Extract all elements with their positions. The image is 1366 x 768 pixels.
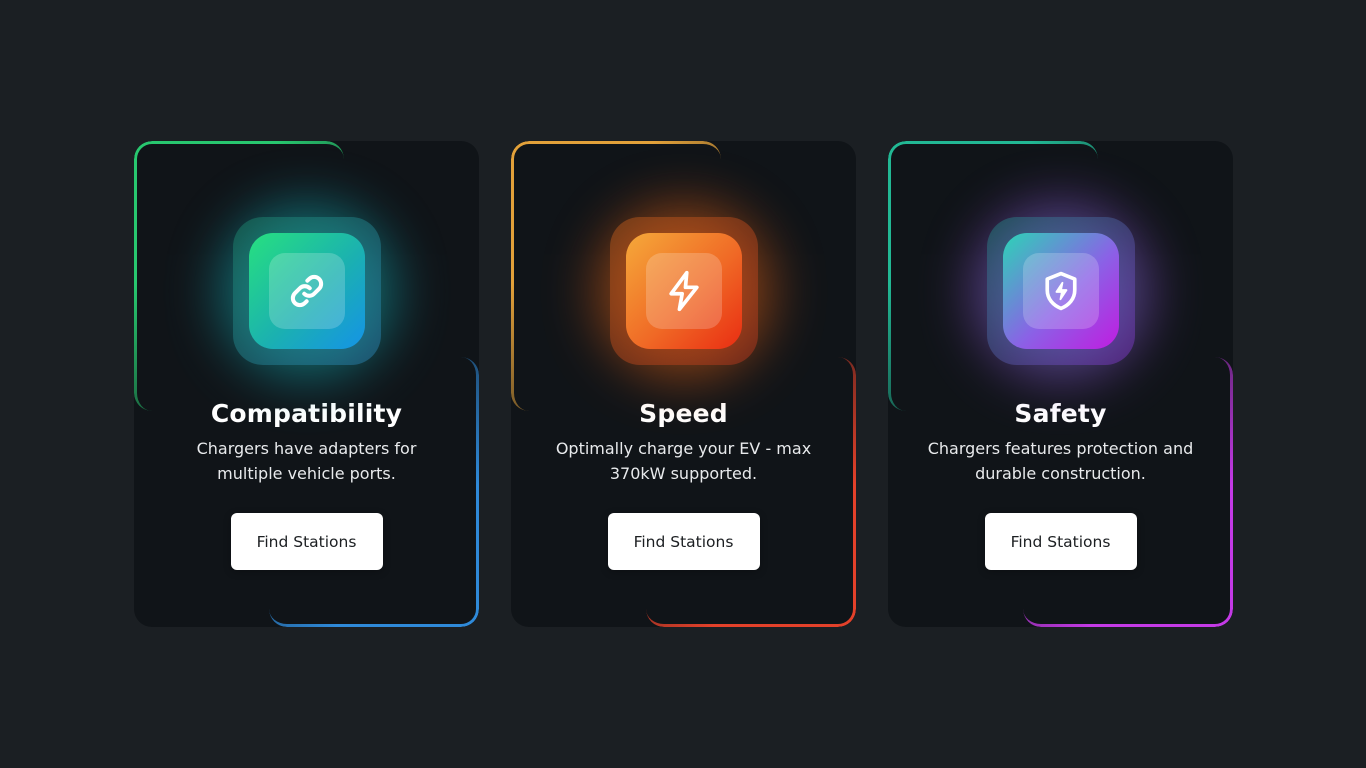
card-description: Chargers features protection and durable… [927, 439, 1194, 483]
icon-tile [968, 199, 1153, 383]
shield-bolt-icon [1022, 253, 1099, 329]
lightning-bolt-icon [645, 253, 722, 329]
card-title: Speed [639, 399, 728, 428]
find-stations-button[interactable]: Find Stations [230, 513, 383, 570]
card-content: Safety Chargers features protection and … [888, 141, 1233, 627]
card-content: Speed Optimally charge your EV - max 370… [511, 141, 856, 627]
link-icon [268, 253, 345, 329]
card-content: Compatibility Chargers have adapters for… [134, 141, 479, 627]
feature-cards: Compatibility Chargers have adapters for… [134, 141, 1233, 627]
card-compatibility: Compatibility Chargers have adapters for… [134, 141, 479, 627]
icon-tile-inner [1002, 233, 1119, 349]
find-stations-button[interactable]: Find Stations [607, 513, 760, 570]
card-speed: Speed Optimally charge your EV - max 370… [511, 141, 856, 627]
card-description: Chargers have adapters for multiple vehi… [196, 439, 417, 483]
card-safety: Safety Chargers features protection and … [888, 141, 1233, 627]
find-stations-button[interactable]: Find Stations [984, 513, 1137, 570]
card-description: Optimally charge your EV - max 370kW sup… [555, 439, 812, 483]
icon-tile [214, 199, 399, 383]
icon-tile-inner [625, 233, 742, 349]
icon-tile-inner [248, 233, 365, 349]
icon-tile [591, 199, 776, 383]
card-title: Compatibility [210, 399, 403, 428]
card-title: Safety [1014, 399, 1107, 428]
